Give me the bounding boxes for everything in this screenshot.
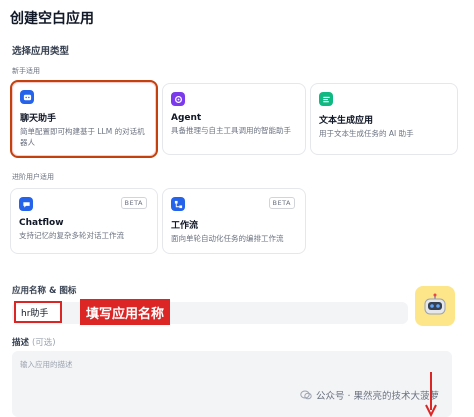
workflow-beta-badge: BETA [268, 197, 295, 209]
app-icon-picker[interactable] [415, 286, 455, 326]
beginner-group-label: 新手适用 [12, 67, 40, 75]
arrow-down-icon [425, 372, 437, 417]
card-workflow-desc: 面向单轮自动化任务的编排工作流 [171, 234, 284, 243]
app-name-input-bg[interactable] [12, 302, 408, 324]
card-text-generation[interactable]: 文本生成应用 用于文本生成任务的 AI 助手 [310, 83, 458, 155]
chatflow-beta-badge: BETA [120, 197, 147, 209]
card-text-generation-desc: 用于文本生成任务的 AI 助手 [319, 129, 414, 138]
watermark: 公众号 · 果然亮的技术大菠萝 [300, 388, 439, 402]
card-chat-assistant-name: 聊天助手 [20, 114, 57, 124]
card-agent-name: Agent [171, 113, 202, 123]
advanced-group-label: 进阶用户适用 [12, 173, 54, 181]
card-agent-desc: 具备推理与自主工具调用的智能助手 [171, 126, 291, 135]
agent-icon [171, 92, 185, 106]
text-generation-icon [319, 92, 333, 106]
annotation-callout: 填写应用名称 [80, 299, 171, 325]
card-text-generation-name: 文本生成应用 [319, 116, 374, 126]
card-workflow[interactable]: BETA 工作流 面向单轮自动化任务的编排工作流 [162, 188, 306, 254]
app-name-input[interactable]: hr助手 [14, 301, 62, 323]
card-workflow-name: 工作流 [171, 221, 199, 231]
app-type-label: 选择应用类型 [12, 46, 70, 57]
watermark-text: 公众号 · 果然亮的技术大菠萝 [316, 391, 440, 402]
wechat-icon [300, 390, 312, 400]
chat-bot-icon [20, 90, 34, 104]
card-agent[interactable]: Agent 具备推理与自主工具调用的智能助手 [162, 83, 306, 155]
card-chat-assistant-desc: 简单配置即可构建基于 LLM 的对话机器人 [20, 127, 145, 147]
description-label-text: 描述 [12, 338, 30, 348]
card-chatflow-desc: 支持记忆的复杂多轮对话工作流 [19, 231, 124, 240]
dialog-title: 创建空白应用 [10, 11, 94, 27]
description-field[interactable] [12, 351, 452, 417]
card-chat-assistant[interactable]: 聊天助手 简单配置即可构建基于 LLM 的对话机器人 [10, 80, 158, 158]
card-chatflow[interactable]: BETA Chatflow 支持记忆的复杂多轮对话工作流 [10, 188, 158, 254]
chatflow-icon [19, 197, 33, 211]
card-chatflow-name: Chatflow [19, 218, 64, 228]
app-name-label: 应用名称 & 图标 [12, 286, 77, 296]
robot-icon [424, 293, 446, 315]
workflow-icon [171, 197, 185, 211]
description-optional: (可选) [31, 338, 56, 348]
description-label: 描述 (可选) [12, 336, 56, 348]
